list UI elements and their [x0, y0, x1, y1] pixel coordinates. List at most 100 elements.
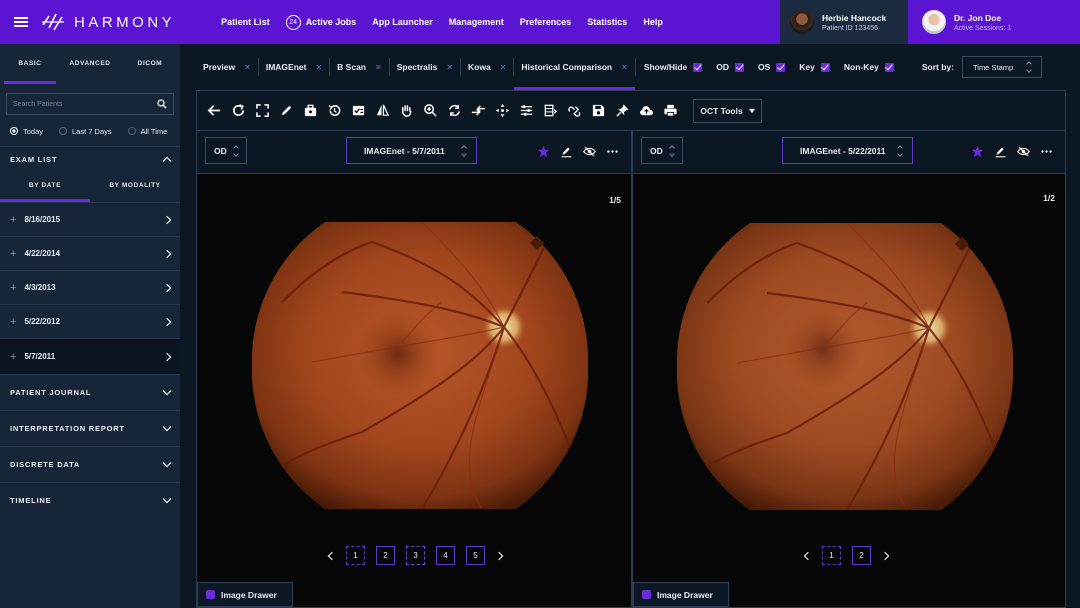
sort-select[interactable]: Time Stamp — [961, 56, 1042, 78]
print-icon[interactable] — [661, 101, 680, 120]
tab-preview[interactable]: Preview ✕ — [196, 44, 258, 90]
page-button[interactable]: 4 — [436, 546, 455, 565]
nav-app-launcher[interactable]: App Launcher — [364, 17, 441, 27]
tab-spectralis[interactable]: Spectralis ✕ — [390, 44, 460, 90]
search-icon[interactable] — [157, 99, 167, 109]
nav-active-jobs[interactable]: 24 Active Jobs — [278, 14, 365, 30]
tab-by-modality[interactable]: BY MODALITY — [90, 172, 180, 202]
checklist-icon[interactable] — [349, 101, 368, 120]
nav-help[interactable]: Help — [635, 17, 671, 27]
upload-icon[interactable] — [637, 101, 656, 120]
image-select[interactable]: IMAGEnet - 5/7/2011 — [346, 137, 477, 164]
tab-basic[interactable]: BASIC — [0, 44, 60, 84]
star-icon[interactable] — [537, 145, 550, 158]
nav-patient-list[interactable]: Patient List — [213, 17, 278, 27]
visibility-off-icon[interactable] — [583, 145, 596, 158]
zoom-in-icon[interactable] — [421, 101, 440, 120]
filter-last-7-days[interactable]: Last 7 Days — [59, 127, 112, 136]
eye-select[interactable]: OD — [205, 137, 247, 164]
exam-item[interactable]: +5/22/2012 — [0, 304, 180, 338]
tab-historical-comparison[interactable]: Historical Comparison ✕ — [514, 44, 636, 90]
checkbox-od[interactable] — [735, 62, 745, 72]
plus-icon[interactable]: + — [10, 248, 16, 260]
hamburger-menu-icon[interactable] — [14, 17, 28, 27]
exam-list-header[interactable]: EXAM LIST — [0, 146, 180, 172]
star-icon[interactable] — [971, 145, 984, 158]
rotate-icon[interactable] — [445, 101, 464, 120]
image-select[interactable]: IMAGEnet - 5/22/2011 — [782, 137, 913, 164]
back-arrow-icon[interactable] — [205, 101, 224, 120]
exam-item[interactable]: +4/22/2014 — [0, 236, 180, 270]
save-icon[interactable] — [589, 101, 608, 120]
plus-icon[interactable]: + — [10, 282, 16, 294]
compare-icon[interactable] — [469, 101, 488, 120]
edit-icon[interactable] — [560, 145, 573, 158]
tab-dicom[interactable]: DICOM — [120, 44, 180, 84]
link-edit-icon[interactable] — [565, 101, 584, 120]
close-icon[interactable]: ✕ — [244, 63, 251, 72]
nav-management[interactable]: Management — [441, 17, 512, 27]
page-button[interactable]: 2 — [376, 546, 395, 565]
visibility-off-icon[interactable] — [1017, 145, 1030, 158]
pan-hand-icon[interactable] — [397, 101, 416, 120]
exam-item[interactable]: +4/3/2013 — [0, 270, 180, 304]
oct-tools-dropdown[interactable]: OCT Tools — [693, 98, 762, 123]
chevron-right-icon[interactable] — [494, 551, 504, 560]
close-icon[interactable]: ✕ — [375, 63, 382, 72]
plus-icon[interactable]: + — [10, 316, 16, 328]
more-options-icon[interactable] — [1040, 145, 1053, 158]
tab-advanced[interactable]: ADVANCED — [60, 44, 120, 84]
chevron-left-icon[interactable] — [803, 551, 813, 560]
exam-item[interactable]: +8/16/2015 — [0, 202, 180, 236]
nav-statistics[interactable]: Statistics — [579, 17, 635, 27]
search-patients-input[interactable]: Search Patients — [6, 93, 174, 115]
close-icon[interactable]: ✕ — [315, 63, 322, 72]
section-discrete-data[interactable]: DISCRETE DATA — [0, 446, 180, 482]
refresh-icon[interactable] — [229, 101, 248, 120]
edit-icon[interactable] — [994, 145, 1007, 158]
page-button[interactable]: 5 — [466, 546, 485, 565]
close-icon[interactable]: ✕ — [500, 63, 507, 72]
checkbox-non-key[interactable] — [884, 62, 894, 72]
image-drawer-button[interactable]: Image Drawer — [197, 582, 293, 607]
checkbox-show-hide[interactable] — [693, 62, 703, 72]
pin-icon[interactable] — [613, 101, 632, 120]
layout-icon[interactable] — [541, 101, 560, 120]
nav-preferences[interactable]: Preferences — [512, 17, 580, 27]
fundus-image[interactable] — [252, 222, 588, 509]
pen-icon[interactable] — [277, 101, 296, 120]
image-drawer-button[interactable]: Image Drawer — [633, 582, 729, 607]
section-patient-journal[interactable]: PATIENT JOURNAL — [0, 374, 180, 410]
current-patient[interactable]: Herbie Hancock Patient ID 123456 — [780, 0, 908, 44]
page-button[interactable]: 1 — [346, 546, 365, 565]
tab-b-scan[interactable]: B Scan ✕ — [330, 44, 389, 90]
checkbox-os[interactable] — [776, 62, 786, 72]
move-icon[interactable] — [493, 101, 512, 120]
user-profile[interactable]: Dr. Jon Doe Active Sessions: 1 — [916, 0, 1080, 44]
fit-screen-icon[interactable] — [253, 101, 272, 120]
more-options-icon[interactable] — [606, 145, 619, 158]
eye-select[interactable]: OD — [641, 137, 683, 164]
chevron-left-icon[interactable] — [327, 551, 337, 560]
tab-kowa[interactable]: Kowa ✕ — [461, 44, 513, 90]
page-button[interactable]: 2 — [852, 546, 871, 565]
history-icon[interactable] — [325, 101, 344, 120]
close-icon[interactable]: ✕ — [446, 63, 453, 72]
fundus-image[interactable] — [677, 223, 1013, 510]
flip-icon[interactable] — [373, 101, 392, 120]
section-interpretation-report[interactable]: INTERPRETATION REPORT — [0, 410, 180, 446]
app-logo[interactable]: HARMONY — [40, 11, 175, 33]
filter-all-time[interactable]: All Time — [127, 127, 167, 136]
tab-imagenet[interactable]: IMAGEnet ✕ — [259, 44, 329, 90]
tab-by-date[interactable]: BY DATE — [0, 172, 90, 202]
close-icon[interactable]: ✕ — [621, 63, 628, 72]
page-button-current[interactable]: 1 — [822, 546, 841, 565]
plus-icon[interactable]: + — [10, 351, 16, 363]
plus-icon[interactable]: + — [10, 214, 16, 226]
filter-today[interactable]: Today — [10, 127, 43, 136]
page-button-current[interactable]: 3 — [406, 546, 425, 565]
chevron-right-icon[interactable] — [880, 551, 890, 560]
checkbox-key[interactable] — [820, 62, 830, 72]
adjust-icon[interactable] — [517, 101, 536, 120]
section-timeline[interactable]: TIMELINE — [0, 482, 180, 518]
